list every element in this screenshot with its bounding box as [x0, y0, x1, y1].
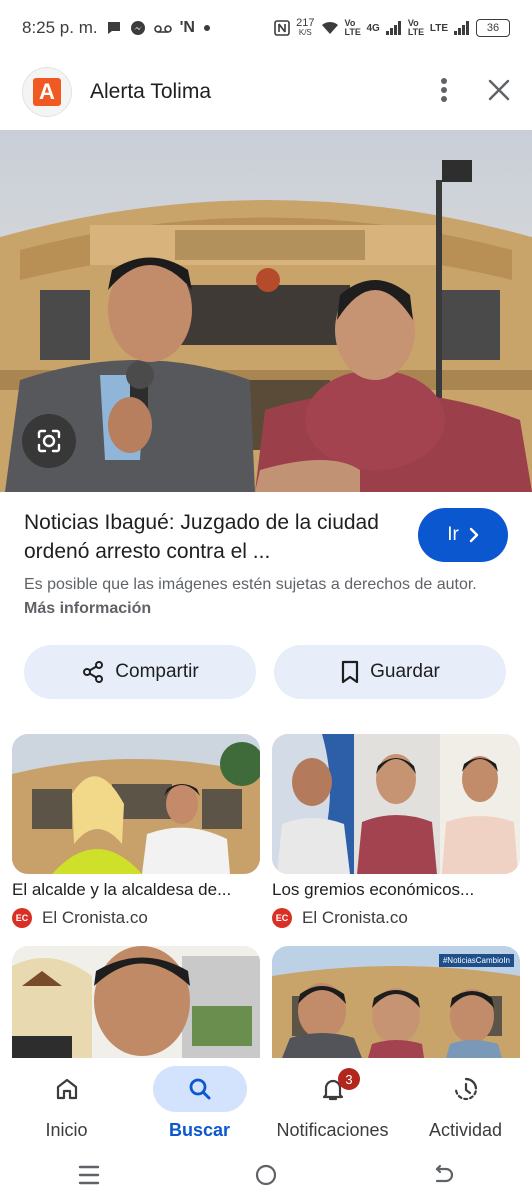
nfc-icon: [274, 20, 290, 36]
related-caption: El alcalde y la alcaldesa de...: [12, 880, 232, 899]
source-favicon: EC: [272, 908, 292, 928]
bookmark-icon: [342, 660, 359, 684]
related-source: EC El Cronista.co: [12, 908, 260, 928]
source-name: El Cronista.co: [42, 908, 148, 927]
source-favicon: EC: [12, 908, 32, 928]
visit-button[interactable]: Ir: [418, 508, 508, 562]
visit-button-label: Ir: [447, 524, 459, 545]
share-button[interactable]: Compartir: [24, 645, 256, 699]
more-info-link[interactable]: Más información: [24, 600, 151, 617]
lens-icon: [37, 429, 61, 453]
article-photo: [0, 130, 532, 492]
wifi-icon: [321, 21, 339, 35]
article-image[interactable]: [0, 130, 532, 492]
more-options-icon[interactable]: [440, 77, 448, 108]
network-speed: 217 K/S: [296, 18, 314, 38]
article-title[interactable]: Noticias Ibagué: Juzgado de la ciudad or…: [24, 508, 404, 566]
related-caption: Los gremios económicos...: [272, 880, 475, 899]
hashtag-overlay: #NoticiasCambioIn: [438, 954, 514, 967]
signal-icon: [385, 21, 402, 35]
dot-icon: [203, 24, 211, 32]
messenger-icon: [130, 20, 146, 36]
network-type: 4G: [366, 22, 380, 34]
site-logo[interactable]: A: [22, 67, 72, 117]
nav-pill: [419, 1066, 513, 1112]
nav-label: Inicio: [45, 1120, 88, 1140]
nav-item-notifications[interactable]: 3 Notificaciones: [266, 1058, 399, 1154]
status-bar: 8:25 p. m. 'N 217 K/S Vo LTE 4G Vo LTE L…: [0, 0, 532, 56]
voicemail-icon: [153, 21, 172, 35]
speed-unit: K/S: [298, 28, 312, 37]
home-icon: [56, 1078, 77, 1100]
source-header: A Alerta Tolima: [0, 60, 532, 124]
copyright-text: Es posible que las imágenes estén sujeta…: [24, 576, 477, 593]
nav-pill: [152, 1066, 247, 1112]
volte-label-1: Vo LTE: [344, 18, 361, 37]
speed-value: 217: [296, 17, 315, 29]
copyright-notice: Es posible que las imágenes estén sujeta…: [24, 573, 494, 621]
nav-pill: [20, 1066, 114, 1112]
source-name: El Cronista.co: [302, 908, 408, 927]
battery-level: 36: [486, 22, 500, 34]
share-icon: [83, 661, 104, 683]
signal-icon-2: [454, 21, 470, 35]
recent-apps-icon[interactable]: [77, 1164, 101, 1191]
bottom-navigation: Inicio Buscar 3 Notificaciones Actividad: [0, 1058, 532, 1154]
nav-label: Actividad: [428, 1120, 503, 1140]
site-name[interactable]: Alerta Tolima: [90, 80, 211, 104]
nav-item-activity[interactable]: Actividad: [399, 1058, 532, 1154]
related-card[interactable]: [12, 946, 260, 1058]
save-button[interactable]: Guardar: [274, 645, 506, 699]
activity-icon: [454, 1077, 477, 1101]
notification-badge: 3: [338, 1068, 360, 1090]
related-thumbnail: [12, 734, 260, 874]
related-card[interactable]: El alcalde y la alcaldesa de... EC El Cr…: [12, 734, 260, 928]
related-card[interactable]: #NoticiasCambioIn: [272, 946, 520, 1058]
nav-label: Notificaciones: [276, 1120, 389, 1140]
close-icon[interactable]: [488, 79, 510, 106]
home-button-icon[interactable]: [254, 1163, 278, 1192]
chevron-right-icon: [469, 527, 478, 543]
related-source: EC El Cronista.co: [272, 908, 520, 928]
volte-label-2: Vo LTE: [407, 18, 425, 37]
system-navigation-bar: [0, 1154, 532, 1200]
netflix-icon: 'N: [179, 19, 195, 36]
nav-item-search[interactable]: Buscar: [133, 1058, 266, 1154]
share-button-label: Compartir: [115, 661, 199, 682]
related-thumbnail: [272, 734, 520, 874]
lte-label: LTE: [429, 22, 448, 34]
nav-item-home[interactable]: Inicio: [0, 1058, 133, 1154]
related-thumbnail: #NoticiasCambioIn: [272, 946, 520, 1058]
related-card[interactable]: Los gremios económicos... EC El Cronista…: [272, 734, 520, 928]
save-button-label: Guardar: [370, 661, 440, 682]
nav-pill: [286, 1066, 380, 1112]
related-thumbnail: [12, 946, 260, 1058]
google-lens-button[interactable]: [22, 414, 76, 468]
status-time: 8:25 p. m.: [22, 18, 98, 37]
back-icon[interactable]: [431, 1163, 455, 1192]
search-icon: [189, 1078, 210, 1100]
battery-icon: 36: [476, 19, 510, 37]
nav-label: Buscar: [168, 1120, 231, 1140]
chat-icon: [106, 20, 122, 36]
site-logo-letter: A: [33, 78, 61, 106]
